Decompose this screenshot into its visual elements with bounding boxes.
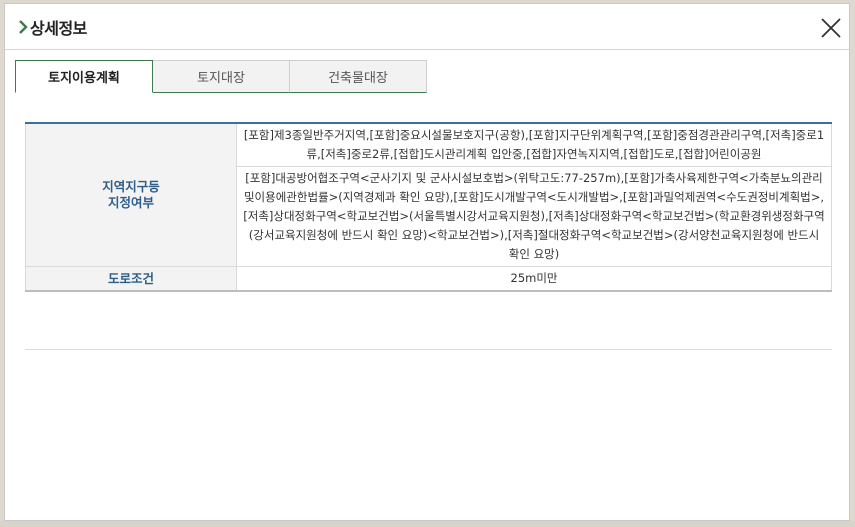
dialog-header: 상세정보 [5,4,849,50]
close-icon [821,18,841,38]
close-button[interactable] [819,16,843,40]
road-condition-value: 25m미만 [236,266,832,292]
tab-land-register[interactable]: 토지대장 [153,60,290,93]
tab-land-use-plan[interactable]: 토지이용계획 [15,60,153,93]
dialog-title: 상세정보 [30,19,87,38]
zoning-value-other-laws: [포함]대공방어협조구역<군사기지 및 군사시설보호법>(위탁고도:77-257… [236,166,832,267]
row-header-road-condition: 도로조건 [25,266,237,292]
row-header-zoning: 지역지구등 지정여부 [25,122,237,267]
dialog-title-group: 상세정보 [18,16,87,38]
row-header-zoning-line1: 지역지구등 [102,179,160,194]
zoning-value-national: [포함]제3종일반주거지역,[포함]중요시설물보호지구(공항),[포함]지구단위… [236,122,832,167]
table-row: 지역지구등 지정여부 [포함]제3종일반주거지역,[포함]중요시설물보호지구(공… [25,122,832,267]
land-use-info-table: 지역지구등 지정여부 [포함]제3종일반주거지역,[포함]중요시설물보호지구(공… [25,122,832,292]
detail-dialog: 상세정보 토지이용계획 토지대장 건축물대장 지역지구등 지정여부 [포함]제3… [4,3,850,521]
tab-bar: 토지이용계획 토지대장 건축물대장 [15,60,427,94]
divider [25,349,832,350]
row-header-zoning-line2: 지정여부 [107,195,154,210]
table-row: 도로조건 25m미만 [25,266,832,292]
map-background-bottom [0,521,855,527]
tab-building-register[interactable]: 건축물대장 [290,60,427,93]
chevron-right-icon [19,20,28,34]
